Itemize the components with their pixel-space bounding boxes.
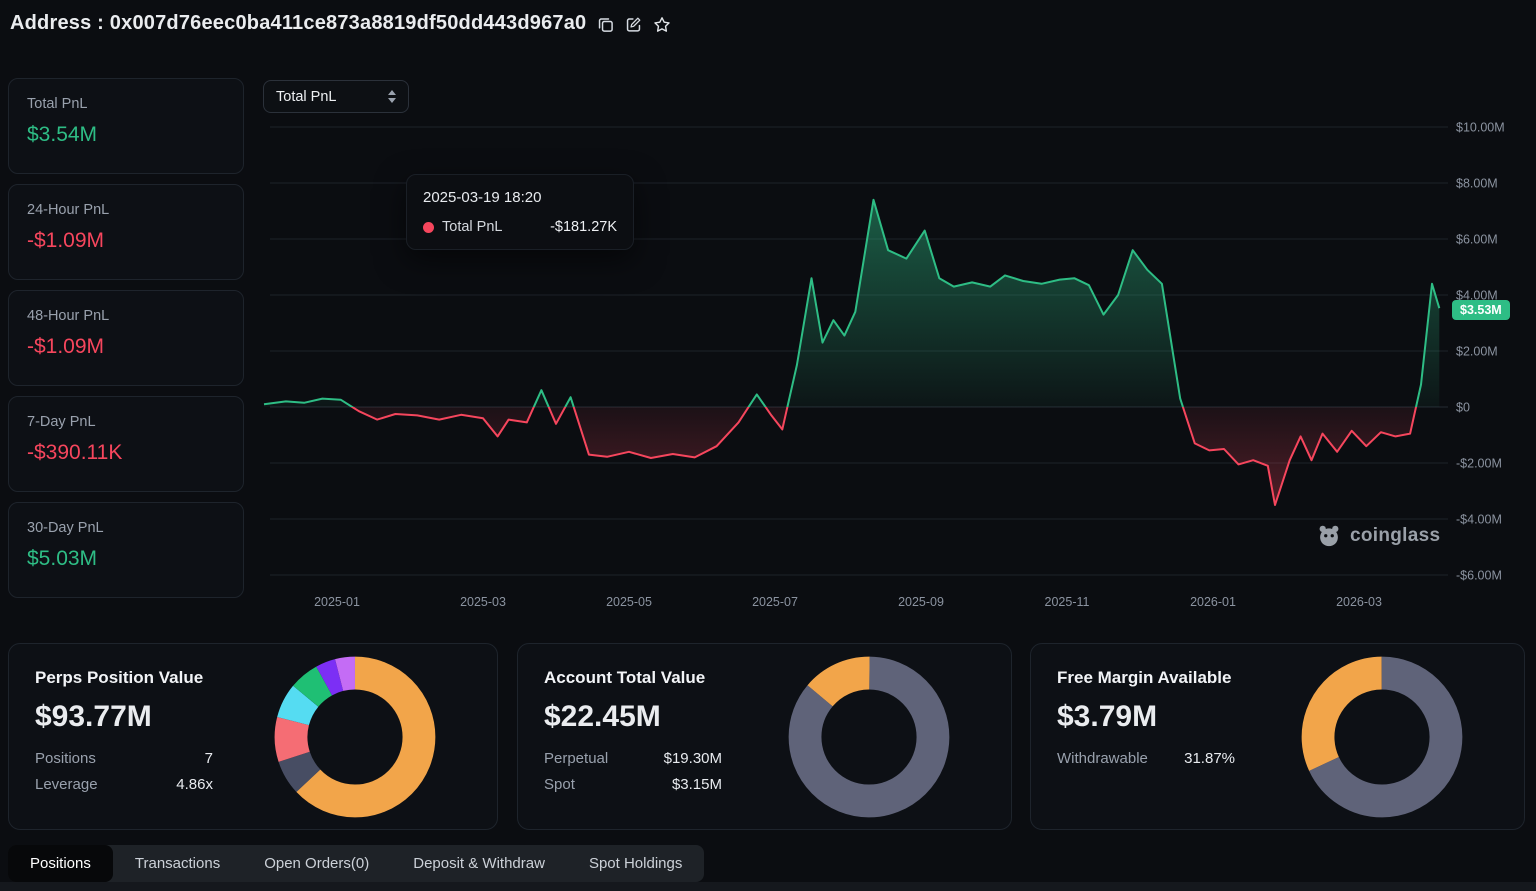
svg-text:-$6.00M: -$6.00M <box>1456 569 1502 583</box>
tooltip-timestamp: 2025-03-19 18:20 <box>423 189 617 206</box>
address-title: Address : 0x007d76eec0ba411ce873a8819df5… <box>10 12 586 35</box>
row-value: 4.86x <box>176 776 213 793</box>
row-value: 31.87% <box>1184 750 1235 767</box>
page-header: Address : 0x007d76eec0ba411ce873a8819df5… <box>10 12 671 35</box>
series-dot-icon <box>423 222 434 233</box>
svg-text:2025-01: 2025-01 <box>314 595 360 609</box>
svg-text:2025-05: 2025-05 <box>606 595 652 609</box>
pnl-card-label: 30-Day PnL <box>27 520 225 536</box>
tab-deposit-withdraw[interactable]: Deposit & Withdraw <box>391 845 567 882</box>
row-label: Withdrawable <box>1057 750 1148 767</box>
row-value: 7 <box>205 750 213 767</box>
svg-text:2026-01: 2026-01 <box>1190 595 1236 609</box>
pnl-card-label: Total PnL <box>27 96 225 112</box>
card-value: $93.77M <box>35 700 213 734</box>
perps-position-value-card: Perps Position Value $93.77M Positions 7… <box>8 643 498 830</box>
pnl-card-value: $5.03M <box>27 547 225 571</box>
svg-text:2025-11: 2025-11 <box>1045 595 1090 609</box>
stat-row: Leverage 4.86x <box>35 776 213 793</box>
stat-row: Perpetual $19.30M <box>544 750 722 767</box>
svg-text:$8.00M: $8.00M <box>1456 177 1498 191</box>
svg-text:2026-03: 2026-03 <box>1336 595 1382 609</box>
current-value-badge: $3.53M <box>1452 300 1510 320</box>
coinglass-watermark: coinglass <box>1316 523 1440 549</box>
free-margin-card: Free Margin Available $3.79M Withdrawabl… <box>1030 643 1525 830</box>
margin-donut-chart <box>1300 655 1464 819</box>
svg-text:2025-09: 2025-09 <box>898 595 944 609</box>
select-updown-icon <box>388 90 396 103</box>
svg-text:$2.00M: $2.00M <box>1456 345 1498 359</box>
tooltip-value: -$181.27K <box>550 219 617 235</box>
tooltip-series-label: Total PnL <box>442 219 502 235</box>
tab-transactions[interactable]: Transactions <box>113 845 242 882</box>
row-label: Spot <box>544 776 575 793</box>
card-title: Free Margin Available <box>1057 668 1235 688</box>
svg-text:$6.00M: $6.00M <box>1456 233 1498 247</box>
tab-spot-holdings[interactable]: Spot Holdings <box>567 845 704 882</box>
pnl-card-30d: 30-Day PnL $5.03M <box>8 502 244 598</box>
pnl-card-value: -$1.09M <box>27 335 225 359</box>
pnl-card-label: 24-Hour PnL <box>27 202 225 218</box>
stat-row: Spot $3.15M <box>544 776 722 793</box>
pnl-card-24h: 24-Hour PnL -$1.09M <box>8 184 244 280</box>
card-title: Perps Position Value <box>35 668 213 688</box>
copy-icon[interactable] <box>597 16 614 33</box>
coinglass-wordmark: coinglass <box>1350 525 1440 547</box>
tab-open-orders[interactable]: Open Orders(0) <box>242 845 391 882</box>
tab-positions[interactable]: Positions <box>8 845 113 882</box>
account-allocation-donut-chart <box>787 655 951 819</box>
pnl-card-value: -$1.09M <box>27 229 225 253</box>
chart-tooltip: 2025-03-19 18:20 Total PnL -$181.27K <box>406 174 634 250</box>
svg-text:$10.00M: $10.00M <box>1456 121 1505 135</box>
chart-metric-select[interactable]: Total PnL <box>263 80 409 113</box>
row-label: Leverage <box>35 776 98 793</box>
row-value: $19.30M <box>664 750 722 767</box>
account-total-value-card: Account Total Value $22.45M Perpetual $1… <box>517 643 1012 830</box>
card-title: Account Total Value <box>544 668 722 688</box>
pnl-card-label: 7-Day PnL <box>27 414 225 430</box>
pnl-card-value: $3.54M <box>27 123 225 147</box>
edit-icon[interactable] <box>625 16 642 33</box>
svg-text:-$2.00M: -$2.00M <box>1456 457 1502 471</box>
pnl-card-label: 48-Hour PnL <box>27 308 225 324</box>
pnl-card-total: Total PnL $3.54M <box>8 78 244 174</box>
svg-text:$0: $0 <box>1456 401 1470 415</box>
row-value: $3.15M <box>672 776 722 793</box>
stat-row: Withdrawable 31.87% <box>1057 750 1235 767</box>
perps-allocation-donut-chart <box>273 655 437 819</box>
row-label: Positions <box>35 750 96 767</box>
coinglass-logo-icon <box>1316 523 1342 549</box>
pnl-card-value: -$390.11K <box>27 441 225 465</box>
row-label: Perpetual <box>544 750 608 767</box>
pnl-card-48h: 48-Hour PnL -$1.09M <box>8 290 244 386</box>
table-area-strip <box>0 882 1536 891</box>
svg-text:2025-03: 2025-03 <box>460 595 506 609</box>
chart-metric-select-value: Total PnL <box>276 89 336 105</box>
card-value: $22.45M <box>544 700 722 734</box>
stat-row: Positions 7 <box>35 750 213 767</box>
pnl-card-list: Total PnL $3.54M 24-Hour PnL -$1.09M 48-… <box>8 78 244 598</box>
svg-text:2025-07: 2025-07 <box>752 595 798 609</box>
bottom-tab-bar: Positions Transactions Open Orders(0) De… <box>8 845 704 882</box>
svg-text:-$4.00M: -$4.00M <box>1456 513 1502 527</box>
card-value: $3.79M <box>1057 700 1235 734</box>
pnl-card-7d: 7-Day PnL -$390.11K <box>8 396 244 492</box>
star-icon[interactable] <box>653 16 671 34</box>
